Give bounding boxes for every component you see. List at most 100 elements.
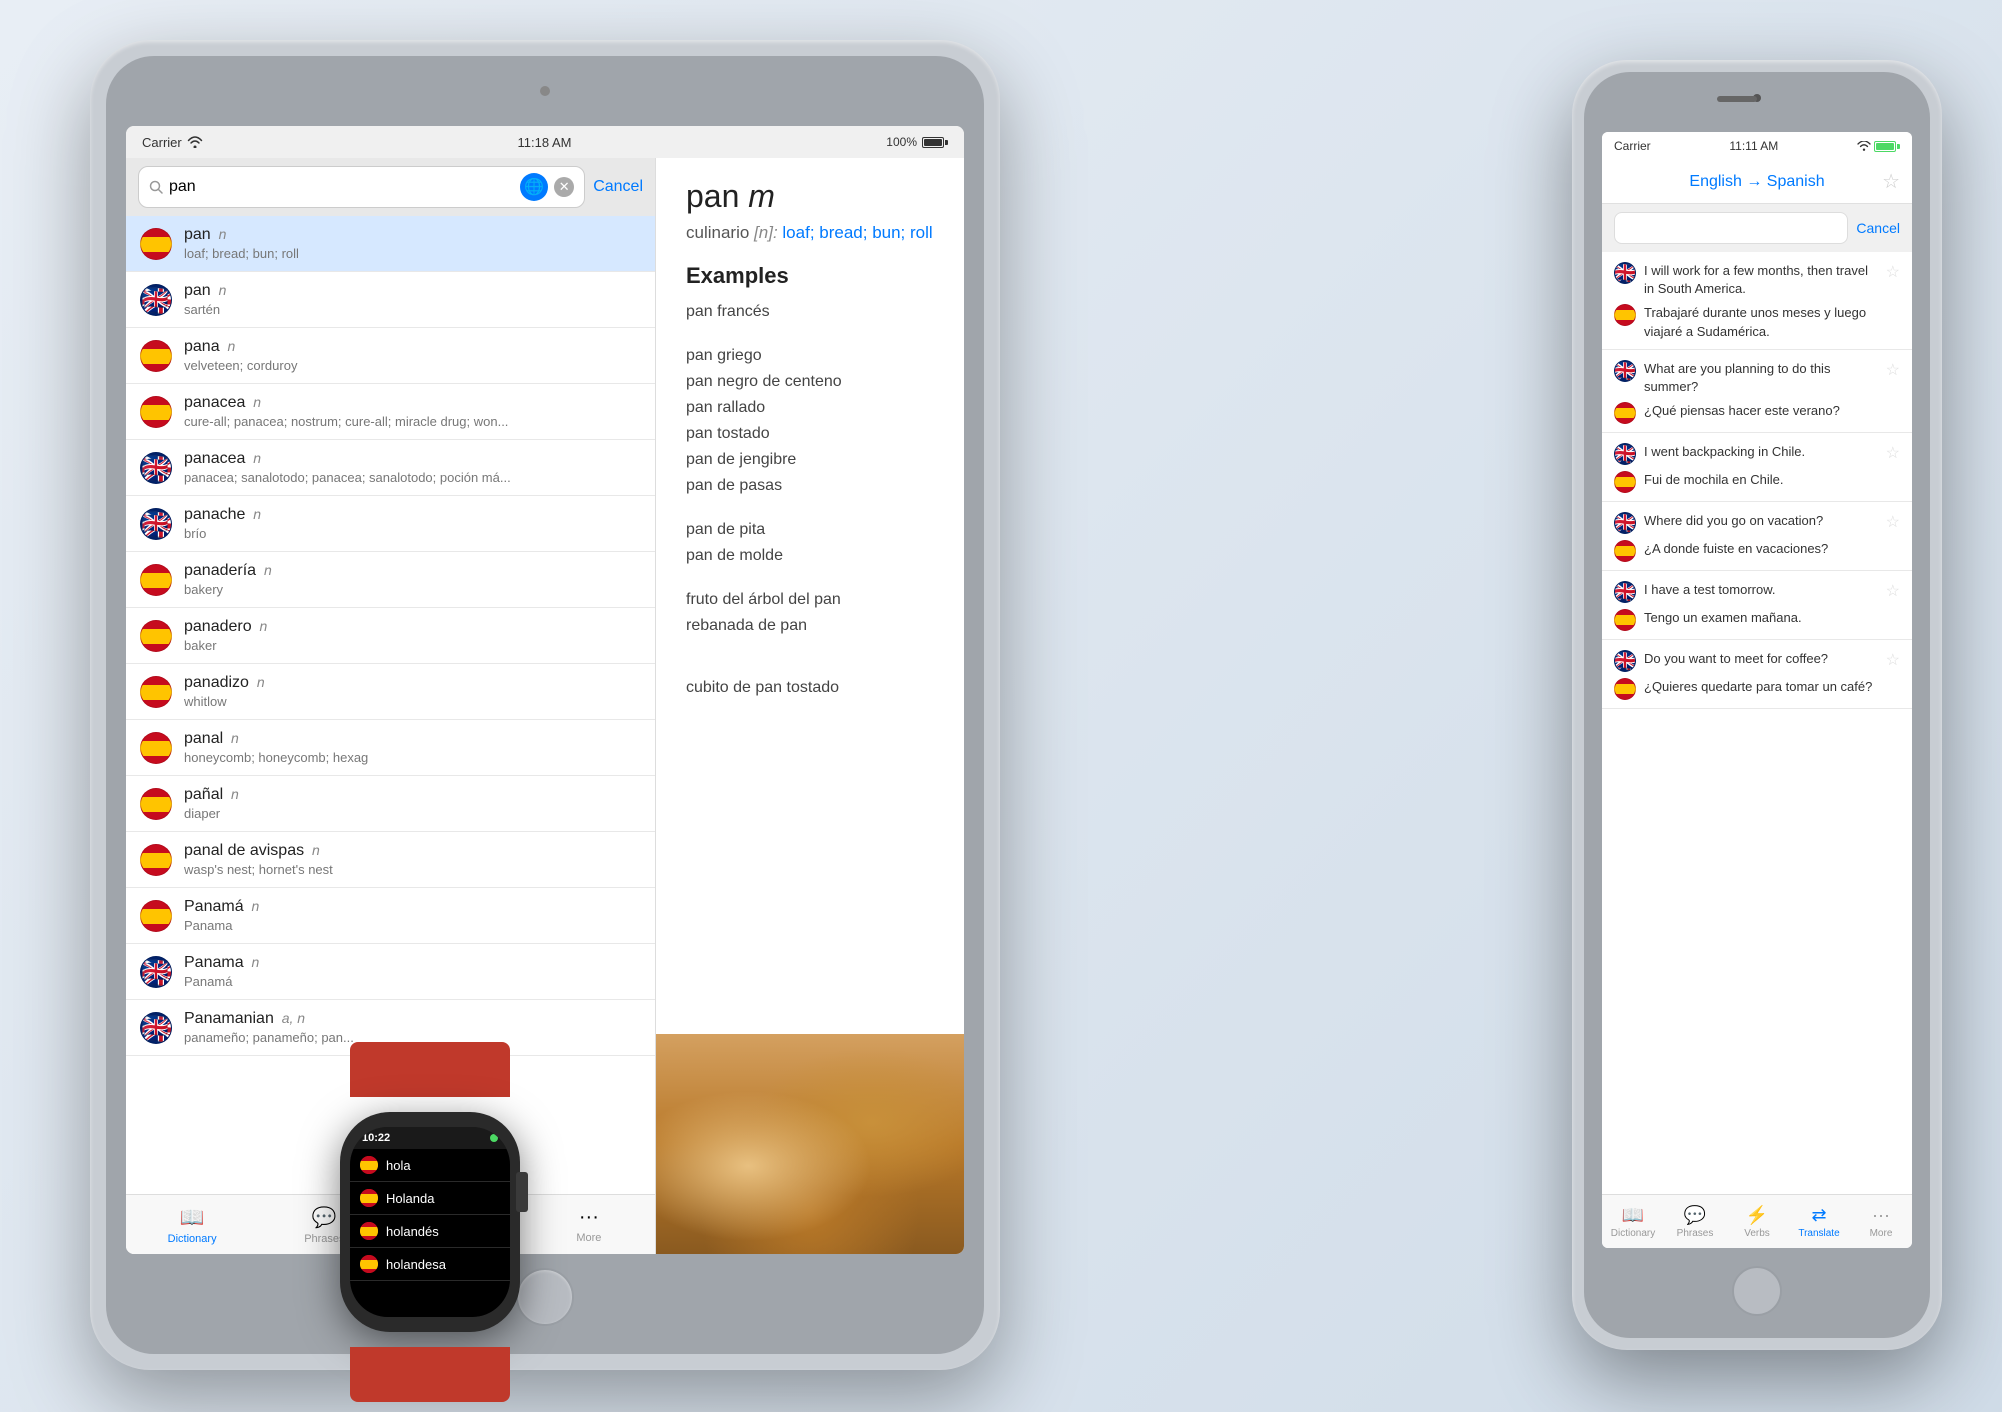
word-main: pan (184, 226, 211, 243)
phrase-pair: 🇬🇧I went backpacking in Chile.☆Fui de mo… (1602, 433, 1912, 502)
watch-word: Holanda (386, 1191, 434, 1206)
phrase-pair: 🇬🇧I will work for a few months, then tra… (1602, 252, 1912, 350)
phrase-es-row: ¿Quieres quedarte para tomar un café? (1602, 676, 1912, 708)
entry-definition: loaf; bread; bun; roll (184, 246, 584, 261)
search-input-wrap[interactable]: pan 🌐 ✕ (138, 166, 585, 208)
ipad-tab-more[interactable]: ···More (523, 1202, 655, 1248)
phrase-star-button[interactable]: ☆ (1886, 262, 1900, 282)
iphone-tab-icon: ⇄ (1811, 1205, 1826, 1226)
watch-band-top (350, 1042, 510, 1097)
bread-image (656, 1034, 964, 1254)
watch-body: 10:22 holaHolandaholandésholandesa (340, 1112, 520, 1332)
watch-list: hola Holanda holandésholandesa (350, 1149, 510, 1317)
carrier-wifi-area: Carrier (142, 135, 203, 150)
cancel-button[interactable]: Cancel (593, 178, 643, 196)
example-row: rebanada de pan — slice of bread (686, 617, 934, 671)
globe-button[interactable]: 🌐 (520, 173, 548, 201)
watch-list-item[interactable]: holandés (350, 1215, 510, 1248)
phrase-en-row[interactable]: 🇬🇧Do you want to meet for coffee?☆ (1602, 640, 1912, 676)
iphone-star-button[interactable]: ☆ (1882, 169, 1900, 194)
result-item[interactable]: 🇬🇧panacea npanacea; sanalotodo; panacea;… (126, 440, 655, 496)
result-flag (140, 340, 172, 372)
result-item[interactable]: panadizo nwhitlow (126, 664, 655, 720)
tab-label: Dictionary (168, 1233, 217, 1245)
phrase-star-button[interactable]: ☆ (1886, 443, 1900, 463)
watch-list-item[interactable]: Holanda (350, 1182, 510, 1215)
phrase-en-text: I have a test tomorrow. (1644, 581, 1878, 599)
phrase-en-flag: 🇬🇧 (1614, 360, 1636, 382)
result-item[interactable]: panal de avispas nwasp's nest; hornet's … (126, 832, 655, 888)
result-item[interactable]: pañal ndiaper (126, 776, 655, 832)
phrase-en-row[interactable]: 🇬🇧What are you planning to do this summe… (1602, 350, 1912, 400)
phrase-en-row[interactable]: 🇬🇧I will work for a few months, then tra… (1602, 252, 1912, 302)
iphone-search-input[interactable] (1614, 212, 1848, 244)
iphone-phrases-list[interactable]: 🇬🇧 I will work for a few months, then tra… (1602, 252, 1912, 1194)
iphone-tab-translate[interactable]: ⇄Translate (1788, 1205, 1850, 1239)
iphone-cancel-button[interactable]: Cancel (1856, 220, 1900, 236)
word-pos: n (215, 226, 227, 242)
phrase-en-row[interactable]: 🇬🇧Where did you go on vacation?☆ (1602, 502, 1912, 538)
phrase-en-text: I will work for a few months, then trave… (1644, 262, 1878, 298)
battery-area: 100% (886, 135, 948, 149)
entry-definition: Panamá (184, 974, 584, 989)
ipad-screen: Carrier 11:18 AM 100% (126, 126, 964, 1254)
clear-button[interactable]: ✕ (554, 177, 574, 197)
result-item[interactable]: panacea ncure-all; panacea; nostrum; cur… (126, 384, 655, 440)
iphone-tab-more[interactable]: ···More (1850, 1205, 1912, 1239)
result-item[interactable]: 🇬🇧 Panama n Panamá (126, 944, 655, 1000)
result-item[interactable]: Panamá n Panama (126, 888, 655, 944)
word-pos: n (308, 842, 320, 858)
entry-definition: Panama (184, 918, 584, 933)
iphone-home-button[interactable] (1732, 1266, 1782, 1316)
search-bar: pan 🌐 ✕ Cancel (126, 158, 655, 216)
iphone-tab-dictionary[interactable]: 📖Dictionary (1602, 1205, 1664, 1239)
phrase-star-button[interactable]: ☆ (1886, 360, 1900, 380)
word-pos: n (215, 282, 227, 298)
iphone-tab-verbs[interactable]: ⚡Verbs (1726, 1205, 1788, 1239)
word-pos: n (248, 954, 260, 970)
result-item[interactable]: 🇬🇧panache nbrío (126, 496, 655, 552)
bread-image-inner (656, 1034, 964, 1254)
detail-content: pan m culinario [n]: loaf; bread; bun; r… (656, 158, 964, 1034)
search-input[interactable]: pan (169, 178, 514, 196)
iphone-time: 11:11 AM (1729, 139, 1778, 153)
watch-flag (360, 1189, 378, 1207)
search-icon (149, 180, 163, 194)
result-flag: 🇬🇧 (140, 284, 172, 316)
phrase-star-button[interactable]: ☆ (1886, 581, 1900, 601)
word-main: Panama (184, 954, 244, 971)
entry-definition: honeycomb; honeycomb; hexag (184, 750, 584, 765)
phrase-star-button[interactable]: ☆ (1886, 650, 1900, 670)
ipad-tab-dictionary[interactable]: 📖Dictionary (126, 1201, 258, 1249)
watch-green-dot (490, 1134, 498, 1142)
iphone-battery-area (1857, 141, 1900, 152)
watch-list-item[interactable]: hola (350, 1149, 510, 1182)
iphone-tab-icon: ⚡ (1746, 1205, 1768, 1226)
iphone-tab-phrases[interactable]: 💬Phrases (1664, 1205, 1726, 1239)
phrase-star-button[interactable]: ☆ (1886, 512, 1900, 532)
result-item[interactable]: 🇬🇧pan nsartén (126, 272, 655, 328)
result-item[interactable]: pana nvelveteen; corduroy (126, 328, 655, 384)
result-item[interactable]: pan n loaf; bread; bun; roll (126, 216, 655, 272)
result-flag: 🇬🇧 (140, 956, 172, 988)
phrase-es-flag (1614, 402, 1636, 424)
word-main: panacea (184, 394, 245, 411)
result-item[interactable]: panal nhoneycomb; honeycomb; hexag (126, 720, 655, 776)
entry-word-line: Panamá n (184, 898, 641, 916)
watch-flag (360, 1255, 378, 1273)
iphone-carrier: Carrier (1614, 139, 1651, 153)
example-row: pan francés — French bread (686, 303, 934, 339)
watch-list-item[interactable]: holandesa (350, 1248, 510, 1281)
phrase-pair: 🇬🇧What are you planning to do this summe… (1602, 350, 1912, 433)
phrase-en-row[interactable]: 🇬🇧I have a test tomorrow.☆ (1602, 571, 1912, 607)
result-item[interactable]: panadero nbaker (126, 608, 655, 664)
iphone-tab-icon: 💬 (1684, 1205, 1706, 1226)
entry-word-line: pan n (184, 226, 641, 244)
phrase-en-text: Do you want to meet for coffee? (1644, 650, 1878, 668)
entry-word-line: pana n (184, 338, 641, 356)
entry-word-line: pañal n (184, 786, 641, 804)
word-pos: n (249, 450, 261, 466)
phrase-es-text: ¿Qué piensas hacer este verano? (1644, 402, 1900, 420)
phrase-en-row[interactable]: 🇬🇧I went backpacking in Chile.☆ (1602, 433, 1912, 469)
result-item[interactable]: panadería nbakery (126, 552, 655, 608)
